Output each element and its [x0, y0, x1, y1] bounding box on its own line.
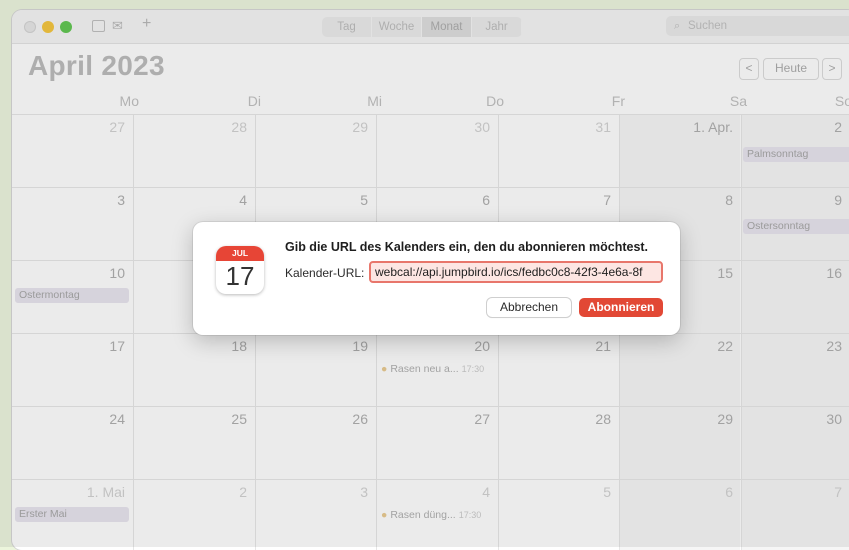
subscribe-calendar-dialog: JUL 17 Gib die URL des Kalenders ein, de…	[193, 222, 680, 335]
dialog-title: Gib die URL des Kalenders ein, den du ab…	[285, 240, 649, 254]
cancel-button[interactable]: Abbrechen	[487, 298, 571, 317]
subscribe-button[interactable]: Abonnieren	[579, 298, 663, 317]
calendar-icon-day: 17	[225, 261, 255, 291]
calendar-url-input[interactable]	[369, 261, 663, 283]
calendar-url-label: Kalender-URL:	[285, 266, 365, 280]
calendar-icon-month: JUL	[216, 246, 264, 261]
calendar-app-icon: JUL 17	[216, 246, 264, 294]
